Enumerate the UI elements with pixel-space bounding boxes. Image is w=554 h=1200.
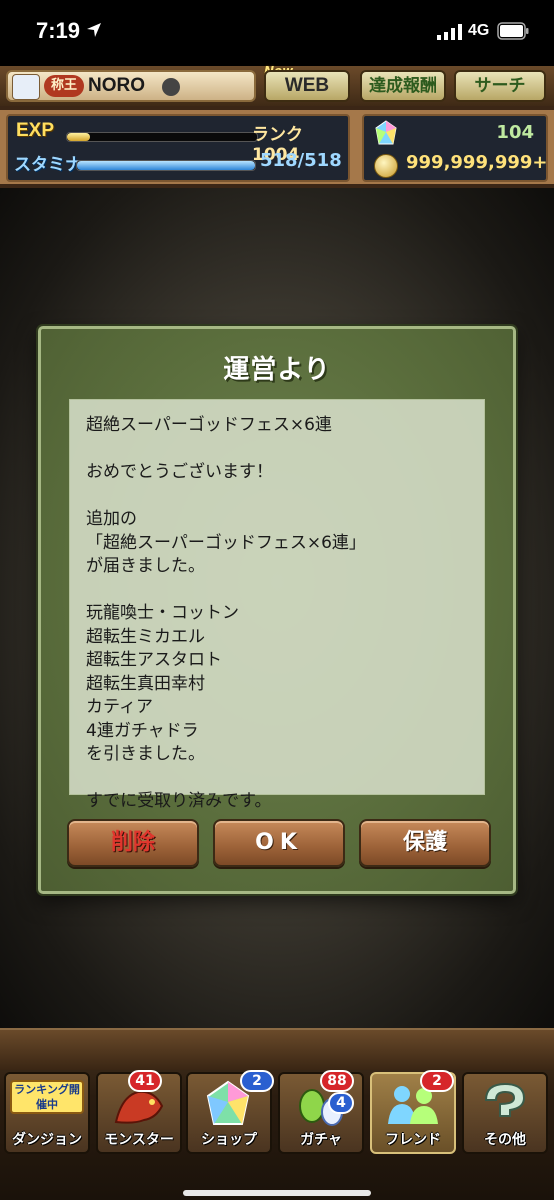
header-top-row: 称王 NORO New WEB 達成報酬 サーチ	[0, 64, 554, 106]
monster-badge: 41	[128, 1070, 162, 1092]
message-line: 4連ガチャドラ	[86, 720, 199, 741]
nav-label: ガチャ	[300, 1132, 342, 1148]
status-bar: 7:19 4G	[0, 0, 554, 66]
emblem-icon	[162, 78, 180, 96]
nav-label: その他	[484, 1132, 526, 1148]
message-line: おめでとうございます！	[86, 462, 273, 482]
nav-other[interactable]: その他	[462, 1072, 548, 1154]
nav-monster[interactable]: 41 モンスター	[96, 1070, 182, 1154]
exp-label: EXP	[16, 120, 55, 141]
message-line: 玩龍喚士・コットン	[86, 603, 239, 623]
nav-friend[interactable]: 2 フレンド	[370, 1070, 456, 1154]
location-arrow-icon	[87, 23, 101, 37]
exp-stamina-panel: EXP ランク1004 スタミナ 518/518	[6, 114, 350, 182]
bottom-nav: ランキング開催中 ダンジョン 41 モンスター 2 ショップ 88 4 ガチャ	[0, 1028, 554, 1200]
exp-bar-fill	[67, 133, 90, 141]
message-line: 追加の	[86, 509, 137, 529]
magic-stone-icon	[375, 120, 397, 145]
header-stats: EXP ランク1004 スタミナ 518/518 104 999,999,999…	[0, 110, 554, 184]
ok-button[interactable]: OK	[213, 819, 345, 867]
ranking-banner: ランキング開催中	[10, 1080, 84, 1114]
nav-label: ショップ	[201, 1132, 257, 1148]
message-line	[86, 485, 468, 509]
message-line: 超絶スーパーゴッドフェス×6連	[86, 415, 332, 435]
status-time: 7:19	[36, 18, 81, 43]
question-mark-icon	[484, 1082, 526, 1117]
avatar	[12, 74, 40, 100]
message-line: 超転生真田幸村	[86, 673, 205, 694]
magic-stone-count: 104	[496, 122, 534, 143]
protect-button[interactable]: 保護	[359, 819, 491, 867]
message-dialog: 運営より 超絶スーパーゴッドフェス×6連 おめでとうございます！ 追加の「超絶スーパ…	[38, 326, 516, 894]
player-plate[interactable]: 称王 NORO	[6, 70, 256, 102]
nav-label: ダンジョン	[12, 1132, 82, 1148]
nav-label: フレンド	[385, 1132, 441, 1148]
nav-ledge	[0, 1028, 554, 1070]
stamina-value: 518/518	[260, 150, 342, 171]
message-line: が届きました。	[86, 556, 205, 576]
cellular-signal-icon	[437, 24, 462, 40]
main-stage: 運営より 超絶スーパーゴッドフェス×6連 おめでとうございます！ 追加の「超絶スーパ…	[0, 188, 554, 1028]
player-title-badge: 称王	[44, 75, 84, 97]
message-line	[86, 579, 468, 603]
message-line: 超転生アスタロト	[86, 650, 222, 670]
message-line: すでに受取り済みです。	[86, 791, 272, 811]
search-button[interactable]: サーチ	[454, 70, 546, 102]
dialog-title: 運営より	[223, 355, 331, 385]
message-line: を引きました。	[86, 744, 205, 764]
player-name: NORO	[88, 75, 145, 96]
achievements-button[interactable]: 達成報酬	[360, 70, 446, 102]
game-header: 称王 NORO New WEB 達成報酬 サーチ EXP ランク1004 スタミ…	[0, 64, 554, 188]
message-line	[86, 767, 468, 791]
home-indicator	[183, 1190, 371, 1196]
nav-label: モンスター	[104, 1132, 174, 1148]
message-line: 「超絶スーパーゴッドフェス×6連」	[86, 532, 366, 553]
web-button[interactable]: WEB	[264, 70, 350, 102]
gacha-badge-secondary: 4	[328, 1092, 354, 1114]
gacha-badge: 88	[320, 1070, 354, 1092]
network-type: 4G	[468, 22, 490, 39]
nav-shop[interactable]: 2 ショップ	[186, 1070, 274, 1154]
exp-bar	[66, 132, 258, 142]
stamina-bar	[76, 160, 256, 171]
shop-badge: 2	[240, 1070, 274, 1092]
coin-icon	[374, 154, 398, 178]
coin-count: 999,999,999+	[406, 152, 548, 173]
friend-badge: 2	[420, 1070, 454, 1092]
delete-button[interactable]: 削除	[67, 819, 199, 867]
stamina-bar-fill	[77, 161, 255, 170]
message-line	[86, 438, 468, 462]
battery-icon	[497, 22, 529, 40]
message-line: カティア	[86, 697, 153, 717]
stamina-label: スタミナ	[14, 155, 82, 175]
nav-dungeon[interactable]: ランキング開催中 ダンジョン	[4, 1072, 90, 1154]
message-line: 超転生ミカエル	[86, 626, 205, 647]
currency-panel: 104 999,999,999+	[362, 114, 548, 182]
message-body: 超絶スーパーゴッドフェス×6連 おめでとうございます！ 追加の「超絶スーパーゴッドフ…	[69, 399, 485, 811]
nav-gacha[interactable]: 88 4 ガチャ	[278, 1070, 364, 1154]
